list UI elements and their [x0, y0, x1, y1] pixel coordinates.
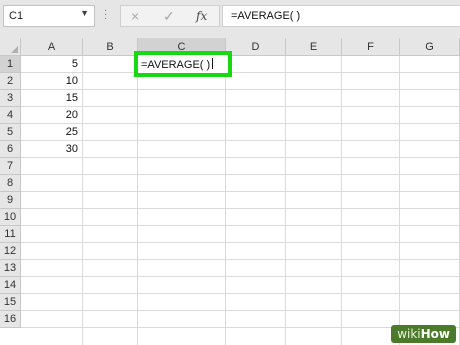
cell-a1[interactable]: 5	[21, 56, 82, 72]
grid-line	[21, 72, 460, 73]
column-header-f[interactable]: F	[342, 38, 400, 56]
grid-line	[21, 174, 460, 175]
row-header-16[interactable]: 16	[0, 311, 21, 328]
grid-line	[21, 89, 460, 90]
row-header-4[interactable]: 4	[0, 107, 21, 124]
grid-line	[82, 56, 83, 345]
grid-line	[21, 123, 460, 124]
grid-line	[21, 157, 460, 158]
column-header-g[interactable]: G	[400, 38, 460, 56]
row-header-9[interactable]: 9	[0, 192, 21, 209]
cancel-icon[interactable]: ×	[131, 8, 139, 24]
grid-line	[285, 56, 286, 345]
grid-line	[399, 56, 400, 345]
row-header-11[interactable]: 11	[0, 226, 21, 243]
formula-input-value: =AVERAGE( )	[231, 10, 301, 22]
row-header-6[interactable]: 6	[0, 141, 21, 158]
grid-line	[21, 225, 460, 226]
enter-icon[interactable]: ✓	[163, 8, 175, 25]
row-header-2[interactable]: 2	[0, 73, 21, 90]
grid-line	[21, 208, 460, 209]
spreadsheet-grid[interactable]: A B C D E F G 1 2 3 4 5 6 7 8 9 10 11 12…	[0, 38, 460, 345]
drag-handle-icon[interactable]: · · ·	[104, 6, 107, 24]
watermark-logo: wikiHow	[391, 325, 456, 343]
column-header-d[interactable]: D	[226, 38, 286, 56]
formula-bar-area: C1 ▼ · · · × ✓ fx =AVERAGE( )	[0, 0, 460, 38]
row-header-13[interactable]: 13	[0, 260, 21, 277]
cell-a4[interactable]: 20	[21, 107, 82, 123]
grid-line	[21, 293, 460, 294]
grid-line	[21, 310, 460, 311]
chevron-down-icon[interactable]: ▼	[80, 8, 89, 18]
grid-line	[21, 140, 460, 141]
row-header-14[interactable]: 14	[0, 277, 21, 294]
column-header-e[interactable]: E	[286, 38, 342, 56]
grid-line	[21, 259, 460, 260]
row-header-10[interactable]: 10	[0, 209, 21, 226]
cell-a3[interactable]: 15	[21, 90, 82, 106]
column-header-b[interactable]: B	[83, 38, 138, 56]
cell-a5[interactable]: 25	[21, 124, 82, 140]
function-icon[interactable]: fx	[196, 9, 207, 23]
grid-line	[21, 242, 460, 243]
grid-line	[21, 191, 460, 192]
grid-line	[341, 56, 342, 345]
grid-line	[225, 56, 226, 345]
active-cell-text: =AVERAGE( )	[141, 59, 211, 71]
row-header-8[interactable]: 8	[0, 175, 21, 192]
grid-line	[137, 56, 138, 345]
cell-a6[interactable]: 30	[21, 141, 82, 157]
row-header-5[interactable]: 5	[0, 124, 21, 141]
formula-buttons: × ✓ fx	[120, 5, 220, 27]
column-header-a[interactable]: A	[21, 38, 83, 56]
row-header-7[interactable]: 7	[0, 158, 21, 175]
select-all-button[interactable]	[0, 38, 21, 56]
cell-a2[interactable]: 10	[21, 73, 82, 89]
text-cursor	[212, 58, 214, 69]
row-header-15[interactable]: 15	[0, 294, 21, 311]
formula-input[interactable]: =AVERAGE( )	[222, 5, 460, 27]
row-header-1[interactable]: 1	[0, 56, 21, 73]
active-cell-c1[interactable]: =AVERAGE( )	[134, 51, 232, 77]
grid-line	[21, 106, 460, 107]
row-header-12[interactable]: 12	[0, 243, 21, 260]
name-box[interactable]: C1 ▼	[3, 5, 95, 27]
row-header-3[interactable]: 3	[0, 90, 21, 107]
name-box-value: C1	[9, 10, 24, 22]
grid-line	[21, 276, 460, 277]
